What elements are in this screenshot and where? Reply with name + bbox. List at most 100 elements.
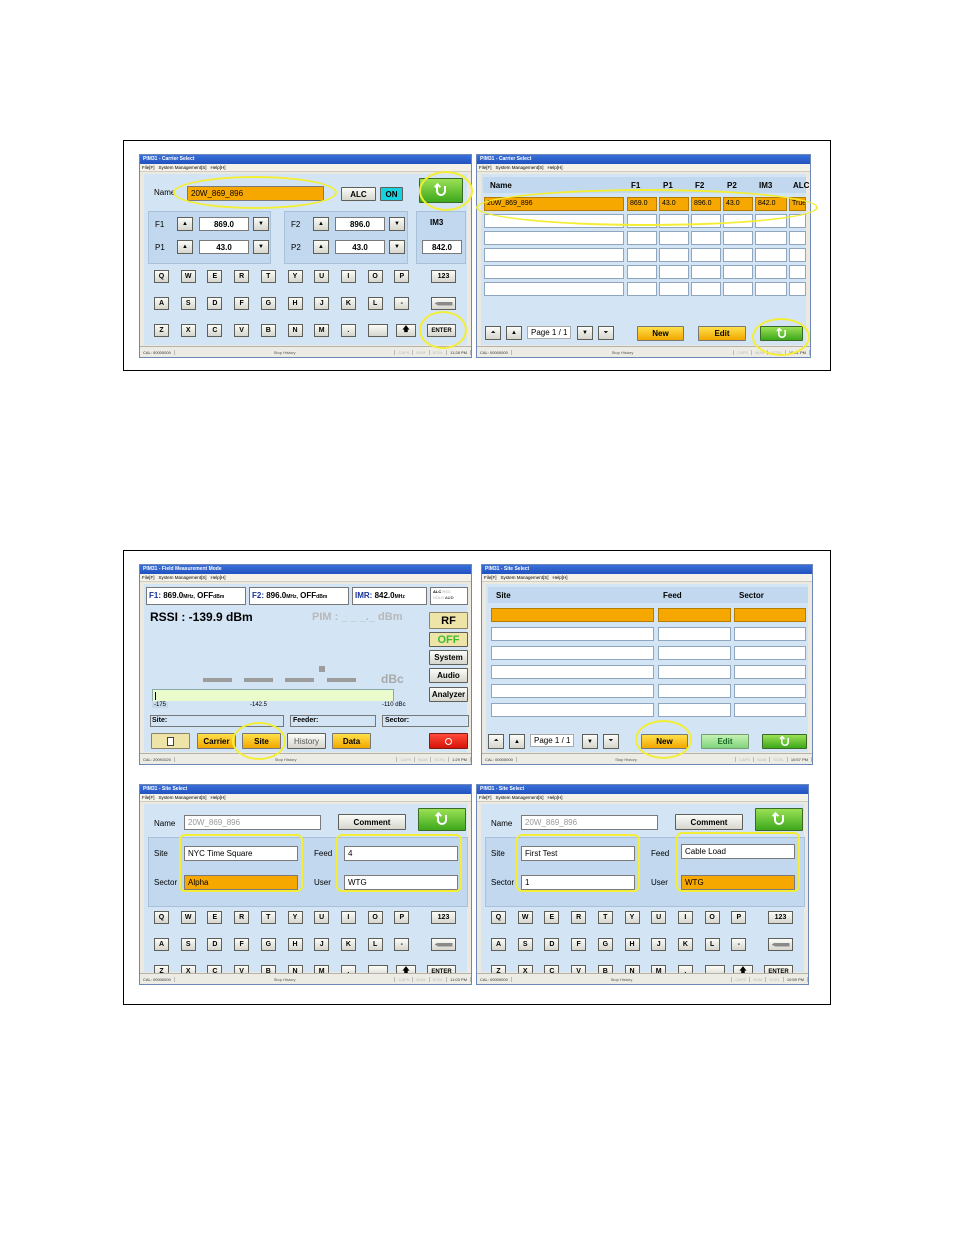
- data-button[interactable]: Data: [332, 733, 371, 749]
- rf-button[interactable]: RF: [429, 612, 468, 629]
- key-j[interactable]: J: [314, 297, 330, 310]
- empty-cell[interactable]: [659, 231, 689, 245]
- new-button[interactable]: New: [637, 326, 684, 341]
- key-a[interactable]: A: [154, 297, 169, 310]
- menu-file[interactable]: File[F]: [142, 574, 155, 581]
- key-l[interactable]: L: [367, 938, 383, 951]
- backspace-key[interactable]: [768, 938, 793, 951]
- return-button[interactable]: [762, 734, 807, 749]
- empty-cell[interactable]: [789, 265, 806, 279]
- key-o[interactable]: O: [367, 911, 383, 924]
- menu-help[interactable]: Help[H]: [553, 574, 568, 581]
- key-z[interactable]: Z: [154, 324, 169, 337]
- empty-cell[interactable]: [658, 703, 731, 717]
- key-y[interactable]: Y: [287, 270, 303, 283]
- prev-page-button[interactable]: ▲: [506, 326, 522, 340]
- menu-help[interactable]: Help[H]: [548, 794, 563, 801]
- backspace-key[interactable]: [431, 297, 456, 310]
- menu-system-management[interactable]: System Management[S]: [159, 794, 207, 801]
- empty-cell[interactable]: [723, 265, 753, 279]
- menu-file[interactable]: File[F]: [479, 794, 492, 801]
- empty-cell[interactable]: [627, 231, 657, 245]
- key-i[interactable]: I: [340, 270, 356, 283]
- key-s[interactable]: S: [180, 938, 196, 951]
- key-r[interactable]: R: [234, 270, 250, 283]
- key-x[interactable]: X: [180, 324, 196, 337]
- empty-cell[interactable]: [484, 248, 624, 262]
- key-g[interactable]: G: [260, 297, 276, 310]
- empty-cell[interactable]: [627, 265, 657, 279]
- empty-cell[interactable]: [755, 282, 787, 296]
- empty-cell[interactable]: [723, 231, 753, 245]
- next-page-button[interactable]: ▼: [577, 326, 593, 340]
- empty-cell[interactable]: [691, 282, 721, 296]
- key-h[interactable]: H: [624, 938, 640, 951]
- empty-cell[interactable]: [658, 665, 731, 679]
- key-a[interactable]: A: [154, 938, 169, 951]
- empty-cell[interactable]: [484, 231, 624, 245]
- stop-button[interactable]: [429, 733, 468, 749]
- menu-system-management[interactable]: System Management[S]: [159, 574, 207, 581]
- empty-cell[interactable]: [734, 684, 806, 698]
- key-d[interactable]: D: [544, 938, 560, 951]
- audio-button[interactable]: Audio: [429, 668, 468, 683]
- last-page-button[interactable]: ⏷: [603, 734, 619, 749]
- key-h[interactable]: H: [287, 938, 303, 951]
- menu-file[interactable]: File[F]: [142, 794, 155, 801]
- key-l[interactable]: L: [704, 938, 720, 951]
- edit-button[interactable]: Edit: [698, 326, 746, 341]
- key-s[interactable]: S: [517, 938, 533, 951]
- first-page-button[interactable]: ⏶: [485, 326, 501, 340]
- menu-help[interactable]: Help[H]: [211, 164, 226, 171]
- empty-cell[interactable]: [789, 282, 806, 296]
- empty-cell[interactable]: [491, 684, 654, 698]
- key-o[interactable]: O: [367, 270, 383, 283]
- menu-system-management[interactable]: System Management[S]: [496, 794, 544, 801]
- empty-cell[interactable]: [734, 665, 806, 679]
- empty-cell[interactable]: [659, 248, 689, 262]
- empty-cell[interactable]: [734, 627, 806, 641]
- empty-cell[interactable]: [658, 684, 731, 698]
- empty-cell[interactable]: [491, 703, 654, 717]
- empty-cell[interactable]: [789, 248, 806, 262]
- analyzer-button[interactable]: Analyzer: [429, 687, 468, 702]
- menu-help[interactable]: Help[H]: [548, 164, 563, 171]
- empty-cell[interactable]: [627, 248, 657, 262]
- key-v[interactable]: V: [234, 324, 250, 337]
- empty-cell[interactable]: [627, 282, 657, 296]
- empty-cell[interactable]: [491, 646, 654, 660]
- empty-cell[interactable]: [491, 627, 654, 641]
- key-d[interactable]: D: [207, 938, 223, 951]
- key-s[interactable]: S: [180, 297, 196, 310]
- key-c[interactable]: C: [207, 324, 223, 337]
- key-n[interactable]: N: [287, 324, 303, 337]
- menu-system-management[interactable]: System Management[S]: [501, 574, 549, 581]
- key-t[interactable]: T: [597, 911, 613, 924]
- empty-cell[interactable]: [734, 703, 806, 717]
- numbers-key[interactable]: 123: [768, 911, 793, 924]
- empty-cell[interactable]: [723, 282, 753, 296]
- key-u[interactable]: U: [314, 911, 330, 924]
- key-a[interactable]: A: [491, 938, 506, 951]
- key-k[interactable]: K: [340, 938, 356, 951]
- empty-cell[interactable]: [734, 608, 806, 622]
- key-q[interactable]: Q: [491, 911, 506, 924]
- key-d[interactable]: D: [207, 297, 223, 310]
- menu-system-management[interactable]: System Management[S]: [159, 164, 207, 171]
- menu-help[interactable]: Help[H]: [211, 794, 226, 801]
- key-o[interactable]: O: [704, 911, 720, 924]
- key-i[interactable]: I: [677, 911, 693, 924]
- menu-system-management[interactable]: System Management[S]: [496, 164, 544, 171]
- empty-cell[interactable]: [691, 231, 721, 245]
- key-y[interactable]: Y: [624, 911, 640, 924]
- numbers-key[interactable]: 123: [431, 270, 456, 283]
- key-b[interactable]: B: [260, 324, 276, 337]
- empty-cell[interactable]: [491, 665, 654, 679]
- key-h[interactable]: H: [287, 297, 303, 310]
- empty-cell[interactable]: [484, 265, 624, 279]
- key-r[interactable]: R: [234, 911, 250, 924]
- key-u[interactable]: U: [651, 911, 667, 924]
- empty-cell[interactable]: [755, 248, 787, 262]
- key-w[interactable]: W: [517, 911, 533, 924]
- space-key[interactable]: [368, 324, 388, 337]
